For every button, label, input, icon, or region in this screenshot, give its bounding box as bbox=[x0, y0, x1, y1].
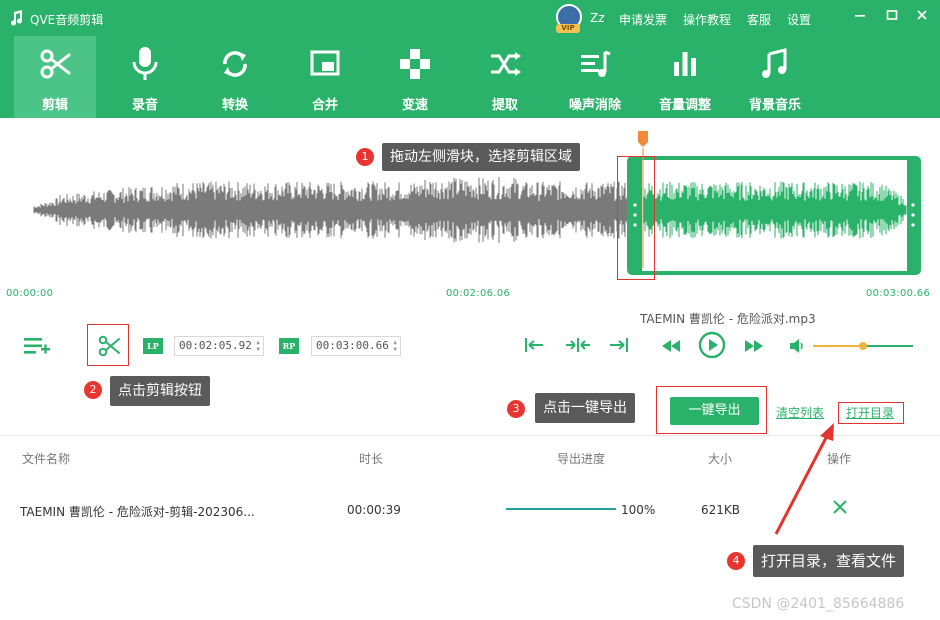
tool-label: 剪辑 bbox=[41, 98, 68, 113]
tool-label: 背景音乐 bbox=[748, 98, 801, 113]
tip-3: 点击一键导出 bbox=[535, 393, 635, 423]
header-duration: 时长 bbox=[359, 452, 384, 466]
tool-extract[interactable]: 提取 bbox=[464, 36, 546, 118]
noise-icon bbox=[554, 44, 636, 84]
main-toolbar: 剪辑 录音 转换 合并 变速 提取 噪声消除 音量调整 背景音乐 bbox=[0, 36, 940, 118]
tool-volume[interactable]: 音量调整 bbox=[644, 36, 726, 118]
shuffle-icon bbox=[464, 44, 546, 84]
volume-track bbox=[863, 345, 913, 347]
waveform-unselected bbox=[33, 177, 630, 243]
volume-level-fill bbox=[813, 345, 863, 347]
spinner-arrows-icon[interactable]: ▲ ▼ bbox=[256, 339, 260, 353]
time-middle: 00:02:06.06 bbox=[446, 288, 511, 299]
lp-time-value: 00:02:05.92 bbox=[179, 339, 252, 352]
tool-bgm[interactable]: 背景音乐 bbox=[734, 36, 816, 118]
playhead-marker-icon[interactable] bbox=[638, 131, 648, 147]
open-directory-link[interactable]: 打开目录 bbox=[846, 404, 894, 421]
time-start: 00:00:00 bbox=[6, 288, 54, 299]
tip-4: 打开目录，查看文件 bbox=[753, 545, 905, 577]
tip-1: 拖动左侧滑块，选择剪辑区域 bbox=[382, 143, 580, 171]
header-size: 大小 bbox=[708, 452, 733, 466]
title-bar: QVE音频剪辑 VIP Zz 申请发票 操作教程 客服 设置 bbox=[0, 0, 940, 36]
step-badge-2: 2 bbox=[84, 381, 102, 399]
menu-settings[interactable]: 设置 bbox=[787, 11, 811, 28]
maximize-icon[interactable] bbox=[884, 9, 900, 25]
tool-merge[interactable]: 合并 bbox=[284, 36, 366, 118]
watermark: CSDN @2401_85664886 bbox=[732, 596, 905, 612]
minimize-icon[interactable] bbox=[852, 9, 868, 25]
merge-icon bbox=[284, 44, 366, 84]
microphone-icon bbox=[104, 44, 186, 84]
row-progress-text: 100% bbox=[621, 503, 656, 517]
jump-to-end-icon[interactable] bbox=[608, 336, 630, 358]
tool-cut[interactable]: 剪辑 bbox=[14, 36, 96, 118]
step-badge-1: 1 bbox=[356, 148, 374, 166]
volume-icon[interactable] bbox=[789, 338, 805, 358]
scissors-icon bbox=[14, 44, 96, 84]
step-badge-3: 3 bbox=[507, 400, 525, 418]
center-split-icon[interactable] bbox=[565, 336, 591, 358]
tool-label: 变速 bbox=[401, 98, 428, 113]
rewind-icon[interactable] bbox=[661, 338, 681, 357]
tool-record[interactable]: 录音 bbox=[104, 36, 186, 118]
menu-invoice[interactable]: 申请发票 bbox=[619, 11, 667, 28]
music-note-icon bbox=[10, 10, 24, 29]
time-end: 00:03:00.66 bbox=[866, 288, 931, 299]
annotation-box-slider bbox=[617, 156, 655, 280]
tool-denoise[interactable]: 噪声消除 bbox=[554, 36, 636, 118]
add-list-icon[interactable] bbox=[22, 336, 50, 360]
rp-time-value: 00:03:00.66 bbox=[316, 339, 389, 352]
waveform-selected bbox=[642, 181, 907, 239]
header-progress: 导出进度 bbox=[557, 452, 606, 466]
waveform-panel: 1 拖动左侧滑块，选择剪辑区域 00:00:00 00:02:06.06 00:… bbox=[0, 118, 940, 308]
volume-slider[interactable] bbox=[813, 342, 913, 350]
row-filename: TAEMIN 曹凯伦 - 危险派对-剪辑-202306... bbox=[20, 505, 255, 519]
export-button[interactable]: 一键导出 bbox=[670, 397, 759, 425]
tool-label: 合并 bbox=[311, 98, 338, 113]
menu-tutorial[interactable]: 操作教程 bbox=[683, 11, 731, 28]
spinner-arrows-icon[interactable]: ▲ ▼ bbox=[393, 339, 397, 353]
close-icon[interactable] bbox=[914, 9, 930, 25]
progress-fill bbox=[506, 508, 616, 510]
tool-label: 提取 bbox=[491, 98, 518, 113]
volume-knob[interactable] bbox=[859, 342, 867, 350]
convert-icon bbox=[194, 44, 276, 84]
menu-support[interactable]: 客服 bbox=[747, 11, 771, 28]
speed-icon bbox=[374, 44, 456, 84]
user-name[interactable]: Zz bbox=[590, 11, 605, 25]
app-title: QVE音频剪辑 bbox=[30, 13, 104, 27]
rp-time-input[interactable]: 00:03:00.66 ▲ ▼ bbox=[311, 336, 401, 356]
tool-label: 录音 bbox=[131, 98, 158, 113]
rp-badge: RP bbox=[279, 338, 299, 354]
row-progress-bar bbox=[506, 508, 616, 510]
annotation-arrow bbox=[774, 423, 834, 535]
clear-list-link[interactable]: 清空列表 bbox=[776, 404, 824, 421]
lp-badge: LP bbox=[143, 338, 163, 354]
tool-label: 音量调整 bbox=[658, 98, 711, 113]
cut-button-scissors-icon[interactable] bbox=[97, 334, 121, 362]
current-filename: TAEMIN 曹凯伦 - 危险派对.mp3 bbox=[640, 312, 816, 326]
step-badge-4: 4 bbox=[727, 552, 745, 570]
vip-badge: VIP bbox=[556, 24, 580, 33]
tip-2: 点击剪辑按钮 bbox=[110, 376, 210, 406]
tool-convert[interactable]: 转换 bbox=[194, 36, 276, 118]
play-button-icon[interactable] bbox=[698, 331, 726, 363]
fast-forward-icon[interactable] bbox=[744, 338, 764, 357]
header-filename: 文件名称 bbox=[22, 452, 71, 466]
app-window: QVE音频剪辑 VIP Zz 申请发票 操作教程 客服 设置 剪辑 录音 转换 … bbox=[0, 0, 940, 620]
music-note-icon bbox=[734, 44, 816, 84]
tool-speed[interactable]: 变速 bbox=[374, 36, 456, 118]
row-size: 621KB bbox=[701, 503, 741, 517]
tool-label: 转换 bbox=[221, 98, 248, 113]
jump-to-start-icon[interactable] bbox=[523, 336, 545, 358]
lp-time-input[interactable]: 00:02:05.92 ▲ ▼ bbox=[174, 336, 264, 356]
volume-bars-icon bbox=[644, 44, 726, 84]
tool-label: 噪声消除 bbox=[568, 98, 621, 113]
row-duration: 00:00:39 bbox=[347, 503, 401, 517]
